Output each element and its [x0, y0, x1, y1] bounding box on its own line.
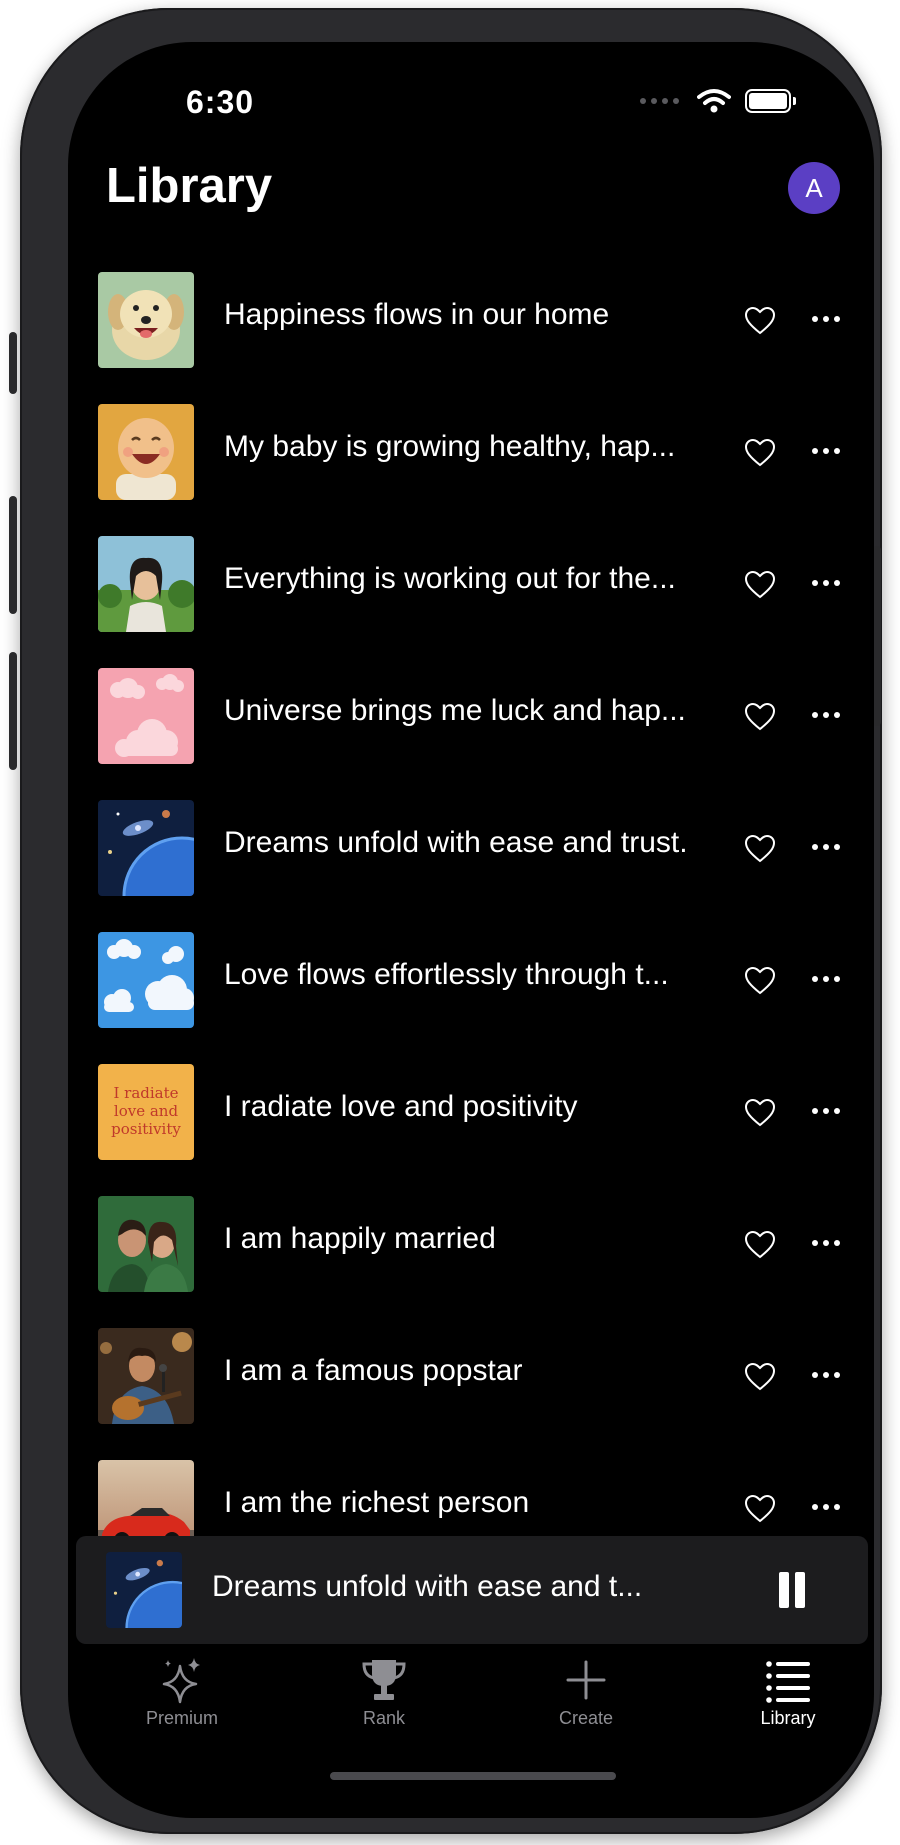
tab-label: Create	[558, 1708, 614, 1728]
more-options-icon[interactable]	[812, 1108, 840, 1114]
list-item[interactable]: Love flows effortlessly through t...	[68, 914, 874, 1046]
sparkles-icon	[162, 1658, 200, 1704]
track-list[interactable]: Happiness flows in our home My baby is g…	[68, 254, 874, 1566]
heart-icon[interactable]	[744, 1362, 776, 1392]
track-title: Dreams unfold with ease and trust.	[224, 826, 688, 859]
pause-icon-left-bar	[779, 1572, 789, 1608]
plus-icon	[566, 1660, 606, 1700]
list-item[interactable]: Happiness flows in our home	[68, 254, 874, 386]
tab-label: Library	[760, 1708, 816, 1728]
list-icon	[766, 1661, 810, 1703]
tab-create[interactable]: Create	[516, 1648, 656, 1748]
now-playing-bar[interactable]: Dreams unfold with ease and t...	[76, 1536, 868, 1644]
status-time: 6:30	[186, 84, 255, 120]
poster-line-3: positivity	[111, 1120, 181, 1138]
tab-rank[interactable]: Rank	[314, 1648, 454, 1748]
page-title: Library	[106, 159, 273, 213]
avatar[interactable]: A	[788, 162, 840, 214]
more-options-icon[interactable]	[812, 448, 840, 454]
smiling-dog-image	[98, 272, 194, 368]
heart-icon[interactable]	[744, 438, 776, 468]
heart-icon[interactable]	[744, 834, 776, 864]
heart-icon[interactable]	[744, 1494, 776, 1524]
list-item[interactable]: Everything is working out for the...	[68, 518, 874, 650]
screen: 6:30 Library A Happiness flows in our ho…	[68, 42, 874, 1818]
girl-in-meadow-image	[98, 536, 194, 632]
power-button	[873, 546, 881, 726]
galaxy-planet-image	[106, 1552, 182, 1628]
volume-down-button	[9, 652, 17, 770]
tab-bar: Premium Rank Create Library	[68, 1648, 874, 1758]
pause-icon-right-bar	[795, 1572, 805, 1608]
heart-icon[interactable]	[744, 702, 776, 732]
text-poster-image: I radiate love and positivity	[98, 1064, 194, 1160]
poster-line-2: love and	[114, 1102, 179, 1120]
heart-icon[interactable]	[744, 570, 776, 600]
more-options-icon[interactable]	[812, 580, 840, 586]
battery-icon	[745, 89, 796, 113]
more-options-icon[interactable]	[812, 712, 840, 718]
heart-icon[interactable]	[744, 1098, 776, 1128]
pause-button[interactable]	[779, 1572, 807, 1608]
cellular-signal-icon	[640, 98, 679, 104]
list-item[interactable]: Universe brings me luck and hap...	[68, 650, 874, 782]
more-options-icon[interactable]	[812, 316, 840, 322]
galaxy-planet-image	[98, 800, 194, 896]
list-item[interactable]: I am a famous popstar	[68, 1310, 874, 1442]
track-title: My baby is growing healthy, hap...	[224, 430, 676, 463]
home-indicator[interactable]	[330, 1772, 616, 1780]
tab-library[interactable]: Library	[718, 1648, 858, 1748]
list-item[interactable]: Dreams unfold with ease and trust.	[68, 782, 874, 914]
list-item[interactable]: I radiate love and positivity I radiate …	[68, 1046, 874, 1178]
list-item[interactable]: My baby is growing healthy, hap...	[68, 386, 874, 518]
now-playing-title: Dreams unfold with ease and t...	[212, 1570, 643, 1603]
track-title: Everything is working out for the...	[224, 562, 676, 595]
more-options-icon[interactable]	[812, 1372, 840, 1378]
track-title: Love flows effortlessly through t...	[224, 958, 669, 991]
pink-clouds-image	[98, 668, 194, 764]
heart-icon[interactable]	[744, 966, 776, 996]
couple-image	[98, 1196, 194, 1292]
track-title: Universe brings me luck and hap...	[224, 694, 686, 727]
poster-line-1: I radiate	[113, 1084, 178, 1102]
track-title: I am happily married	[224, 1222, 496, 1255]
status-indicators	[640, 86, 796, 116]
tab-label: Premium	[145, 1708, 218, 1728]
track-title: I am the richest person	[224, 1486, 530, 1519]
more-options-icon[interactable]	[812, 1240, 840, 1246]
heart-icon[interactable]	[744, 1230, 776, 1260]
blue-sky-clouds-image	[98, 932, 194, 1028]
volume-up-button	[9, 496, 17, 614]
track-title: I am a famous popstar	[224, 1354, 523, 1387]
mute-switch	[9, 332, 17, 394]
guitar-singer-image	[98, 1328, 194, 1424]
wifi-icon	[697, 89, 731, 113]
track-title: I radiate love and positivity	[224, 1090, 578, 1123]
more-options-icon[interactable]	[812, 1504, 840, 1510]
track-title: Happiness flows in our home	[224, 298, 610, 331]
more-options-icon[interactable]	[812, 844, 840, 850]
tab-premium[interactable]: Premium	[112, 1648, 252, 1748]
trophy-icon	[362, 1660, 406, 1700]
more-options-icon[interactable]	[812, 976, 840, 982]
list-item[interactable]: I am happily married	[68, 1178, 874, 1310]
laughing-baby-image	[98, 404, 194, 500]
tab-label: Rank	[362, 1708, 406, 1728]
phone-frame: 6:30 Library A Happiness flows in our ho…	[9, 8, 882, 1834]
heart-icon[interactable]	[744, 306, 776, 336]
